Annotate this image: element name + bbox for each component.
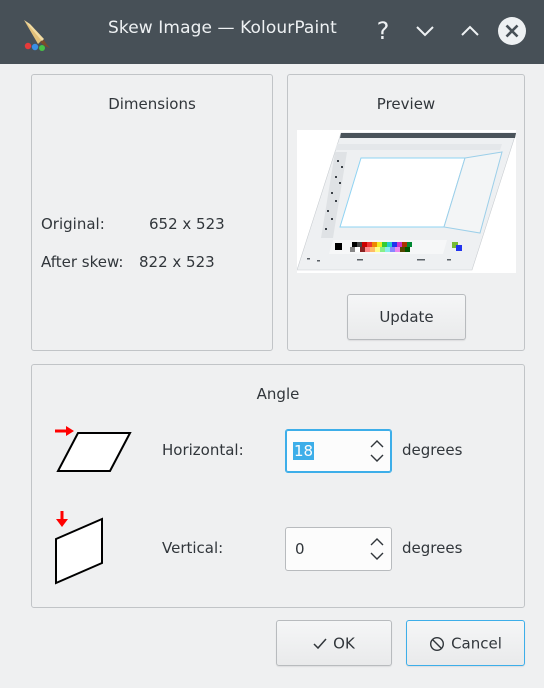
original-size-row: Original: 652 x 523 <box>41 215 225 233</box>
preview-group: Preview Update <box>287 74 525 351</box>
title-bar: Skew Image — KolourPaint ? <box>0 0 544 64</box>
vertical-angle-value: 0 <box>295 540 305 558</box>
dimensions-title: Dimensions <box>108 95 196 113</box>
update-preview-button[interactable]: Update <box>347 294 466 340</box>
preview-title: Preview <box>376 95 436 113</box>
original-label: Original: <box>41 215 105 233</box>
horizontal-unit: degrees <box>402 441 463 459</box>
horizontal-angle-spinbox[interactable]: 18 <box>285 429 392 473</box>
angle-group: Angle Horizontal: 18 degrees Vertical: 0 <box>31 364 525 608</box>
ok-label: OK <box>333 634 355 653</box>
window-title: Skew Image — KolourPaint <box>108 18 337 38</box>
dimensions-group: Dimensions Original: 652 x 523 After skew… <box>31 74 273 351</box>
cancel-button[interactable]: Cancel <box>406 620 525 666</box>
minimize-icon[interactable] <box>410 16 440 46</box>
vertical-label: Vertical: <box>162 539 224 557</box>
horizontal-angle-value: 18 <box>293 442 315 460</box>
vertical-skew-icon <box>55 511 103 585</box>
spin-arrows-icon[interactable] <box>369 436 385 466</box>
close-icon[interactable] <box>497 16 527 46</box>
dialog-body: Dimensions Original: 652 x 523 After skew… <box>0 64 544 688</box>
vertical-angle-spinbox[interactable]: 0 <box>285 527 392 571</box>
after-skew-value: 822 x 523 <box>139 253 215 271</box>
maximize-icon[interactable] <box>455 16 485 46</box>
horizontal-skew-icon <box>55 426 132 472</box>
after-skew-label: After skew: <box>41 253 124 271</box>
ok-button[interactable]: OK <box>276 620 392 666</box>
cancel-label: Cancel <box>451 634 502 653</box>
horizontal-label: Horizontal: <box>162 441 244 459</box>
original-value: 652 x 523 <box>149 215 225 233</box>
spin-arrows-icon[interactable] <box>369 534 385 564</box>
cancel-icon <box>430 636 445 651</box>
kolourpaint-app-icon <box>24 20 50 51</box>
after-skew-row: After skew: 822 x 523 <box>41 253 215 271</box>
vertical-unit: degrees <box>402 539 463 557</box>
checkmark-icon <box>313 638 327 649</box>
angle-title: Angle <box>256 385 300 403</box>
help-button[interactable]: ? <box>368 16 398 46</box>
skew-preview-image <box>297 130 516 273</box>
